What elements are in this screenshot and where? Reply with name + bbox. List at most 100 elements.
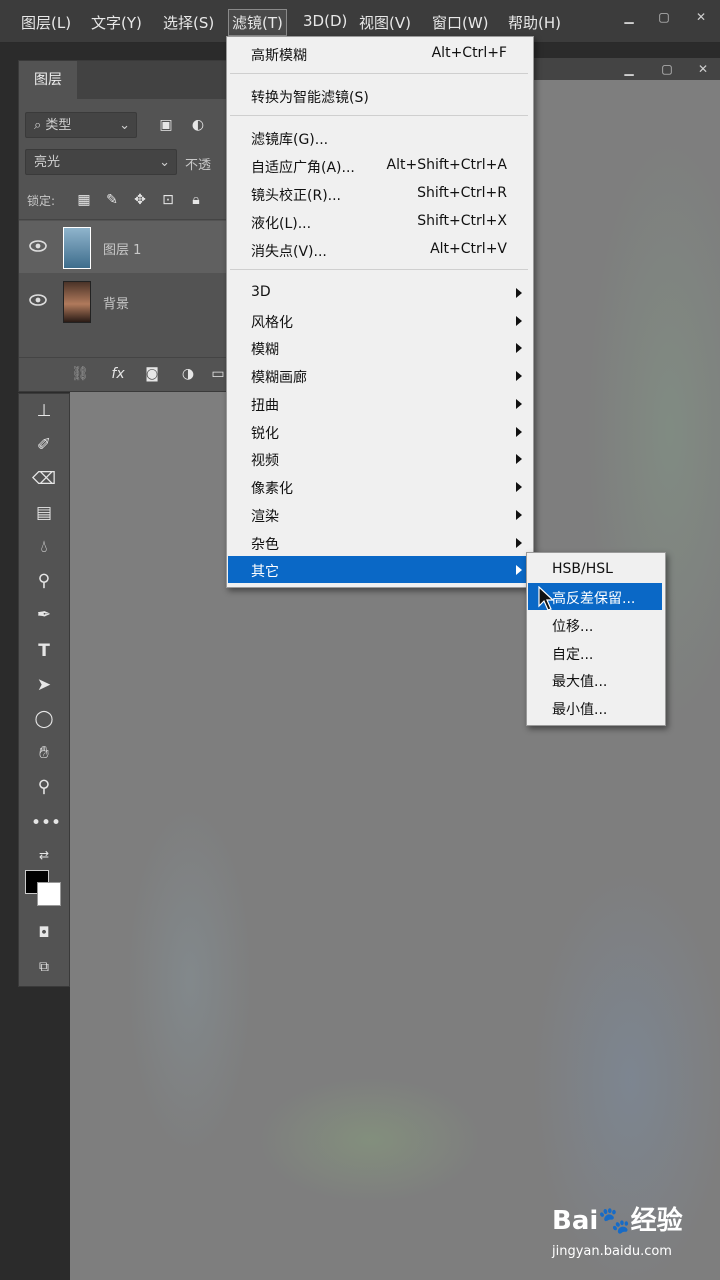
menu-separator	[230, 269, 528, 270]
link-layers-icon[interactable]: ⛓	[67, 361, 93, 387]
layers-panel: 图层 ⌕ 类型 ⌄ ▣ ◐ 亮光 ⌄ 不透 锁定: ▦ ✎ ✥ ⊡ 🔒︎ 图层 …	[18, 60, 232, 392]
menu-item-label: 3D	[251, 284, 271, 300]
menu-item-3d[interactable]: 3D	[228, 279, 530, 306]
menu-item-label: 风格化	[251, 315, 293, 331]
layer-filter-select[interactable]: ⌕ 类型 ⌄	[25, 112, 137, 138]
menu-separator	[230, 115, 528, 116]
menu-item-label: 自定...	[552, 647, 594, 663]
menu-item-label: 锐化	[251, 426, 279, 442]
lock-pixels-icon[interactable]: ✎	[99, 187, 125, 213]
menu-item-liquify[interactable]: 液化(L)... Shift+Ctrl+X	[228, 208, 530, 235]
submenu-arrow-icon	[516, 371, 522, 381]
menu-view[interactable]: 视图(V)	[356, 10, 414, 35]
menu-item-noise[interactable]: 杂色	[228, 529, 530, 556]
more-tools-icon[interactable]: •••	[31, 810, 61, 836]
panel-tab-bar: 图层	[19, 61, 231, 99]
submenu-item-minimum[interactable]: 最小值...	[528, 694, 662, 721]
swap-colors-icon[interactable]: ⇄	[31, 842, 57, 868]
divider	[19, 357, 231, 358]
menu-item-stylize[interactable]: 风格化	[228, 307, 530, 334]
menu-item-adaptive-wide-angle[interactable]: 自适应广角(A)... Alt+Shift+Ctrl+A	[228, 152, 530, 179]
stamp-tool-icon[interactable]: ⊥	[31, 398, 57, 424]
menu-select[interactable]: 选择(S)	[160, 10, 217, 35]
eraser-tool-icon[interactable]: ⌫	[31, 466, 57, 492]
menu-item-pixelate[interactable]: 像素化	[228, 473, 530, 500]
zoom-tool-icon[interactable]: ⚲	[31, 774, 57, 800]
menu-item-gaussian-blur[interactable]: 高斯模糊 Alt+Ctrl+F	[228, 40, 530, 67]
menu-item-render[interactable]: 渲染	[228, 501, 530, 528]
doc-maximize-icon[interactable]: ▢	[658, 62, 676, 76]
add-mask-icon[interactable]: ◙	[139, 361, 165, 387]
menu-item-vanishing-point[interactable]: 消失点(V)... Alt+Ctrl+V	[228, 236, 530, 263]
pixel-filter-icon[interactable]: ▣	[153, 112, 179, 138]
eye-icon[interactable]	[29, 293, 47, 307]
menu-item-lens-correction[interactable]: 镜头校正(R)... Shift+Ctrl+R	[228, 180, 530, 207]
submenu-arrow-icon	[516, 565, 522, 575]
menu-window[interactable]: 窗口(W)	[429, 10, 492, 35]
doc-minimize-icon[interactable]: ▁	[620, 62, 638, 76]
menu-item-sharpen[interactable]: 锐化	[228, 418, 530, 445]
menu-item-video[interactable]: 视频	[228, 445, 530, 472]
adjustment-layer-icon[interactable]: ◑	[175, 361, 201, 387]
layer-name[interactable]: 背景	[103, 293, 129, 312]
menu-item-convert-smart-filter[interactable]: 转换为智能滤镜(S)	[228, 82, 530, 109]
maximize-icon[interactable]: ▢	[655, 10, 673, 24]
background-color-swatch[interactable]	[37, 882, 61, 906]
layer-thumbnail	[63, 227, 91, 269]
adjustment-filter-icon[interactable]: ◐	[185, 112, 211, 138]
gradient-tool-icon[interactable]: ▤	[31, 500, 57, 526]
menu-item-label: 转换为智能滤镜(S)	[251, 90, 369, 106]
layer-name[interactable]: 图层 1	[103, 239, 141, 258]
submenu-item-hsb-hsl[interactable]: HSB/HSL	[528, 556, 662, 583]
menu-help[interactable]: 帮助(H)	[505, 10, 564, 35]
dodge-tool-icon[interactable]: ⚲	[31, 568, 57, 594]
lock-position-icon[interactable]: ✥	[127, 187, 153, 213]
submenu-item-maximum[interactable]: 最大值...	[528, 666, 662, 693]
submenu-item-custom[interactable]: 自定...	[528, 639, 662, 666]
submenu-arrow-icon	[516, 316, 522, 326]
pen-tool-icon[interactable]: ✒	[31, 602, 57, 628]
fx-icon[interactable]: fx	[105, 361, 131, 387]
menu-item-shortcut: Shift+Ctrl+X	[417, 213, 507, 229]
submenu-item-offset[interactable]: 位移...	[528, 611, 662, 638]
menu-item-blur[interactable]: 模糊	[228, 334, 530, 361]
blend-mode-select[interactable]: 亮光 ⌄	[25, 149, 177, 175]
ellipse-tool-icon[interactable]: ◯	[31, 706, 57, 732]
menu-filter[interactable]: 滤镜(T)	[228, 9, 287, 36]
tab-layers[interactable]: 图层	[19, 61, 77, 99]
menu-item-label: 最大值...	[552, 674, 608, 690]
lock-transparent-icon[interactable]: ▦	[71, 187, 97, 213]
menu-item-label: 滤镜库(G)...	[251, 132, 329, 148]
menu-layer[interactable]: 图层(L)	[18, 10, 74, 35]
quick-mask-icon[interactable]: ◘	[31, 920, 57, 946]
menu-type[interactable]: 文字(Y)	[88, 10, 145, 35]
blur-tool-icon[interactable]: 💧︎	[31, 534, 57, 560]
eye-icon[interactable]	[29, 239, 47, 253]
lock-all-icon[interactable]: 🔒︎	[183, 187, 209, 213]
menu-3d[interactable]: 3D(D)	[300, 10, 350, 32]
layer-row[interactable]: 背景	[19, 275, 231, 327]
minimize-icon[interactable]: ▁	[620, 10, 638, 24]
opacity-label: 不透	[185, 158, 212, 173]
search-icon: ⌕	[34, 118, 46, 133]
menu-item-label: 模糊画廊	[251, 370, 307, 386]
type-tool-icon[interactable]: T	[31, 638, 57, 664]
menu-item-blur-gallery[interactable]: 模糊画廊	[228, 362, 530, 389]
doc-close-icon[interactable]: ✕	[694, 62, 712, 76]
menu-item-distort[interactable]: 扭曲	[228, 390, 530, 417]
path-select-icon[interactable]: ➤	[31, 672, 57, 698]
menu-item-shortcut: Shift+Ctrl+R	[417, 185, 507, 201]
menu-item-other[interactable]: 其它	[228, 556, 530, 583]
filter-menu: 高斯模糊 Alt+Ctrl+F 转换为智能滤镜(S) 滤镜库(G)... 自适应…	[226, 36, 534, 588]
submenu-arrow-icon	[516, 399, 522, 409]
menu-item-label: 液化(L)...	[251, 216, 312, 232]
hand-tool-icon[interactable]: ✋︎	[31, 740, 57, 766]
screen-mode-icon[interactable]: ⧉	[31, 954, 57, 980]
layer-row[interactable]: 图层 1	[19, 221, 231, 273]
lock-artboard-icon[interactable]: ⊡	[155, 187, 181, 213]
menu-item-filter-gallery[interactable]: 滤镜库(G)...	[228, 124, 530, 151]
menu-item-label: 高斯模糊	[251, 48, 307, 64]
menu-item-shortcut: Alt+Ctrl+V	[430, 241, 507, 257]
close-icon[interactable]: ✕	[692, 10, 710, 24]
history-brush-icon[interactable]: ✐	[31, 432, 57, 458]
